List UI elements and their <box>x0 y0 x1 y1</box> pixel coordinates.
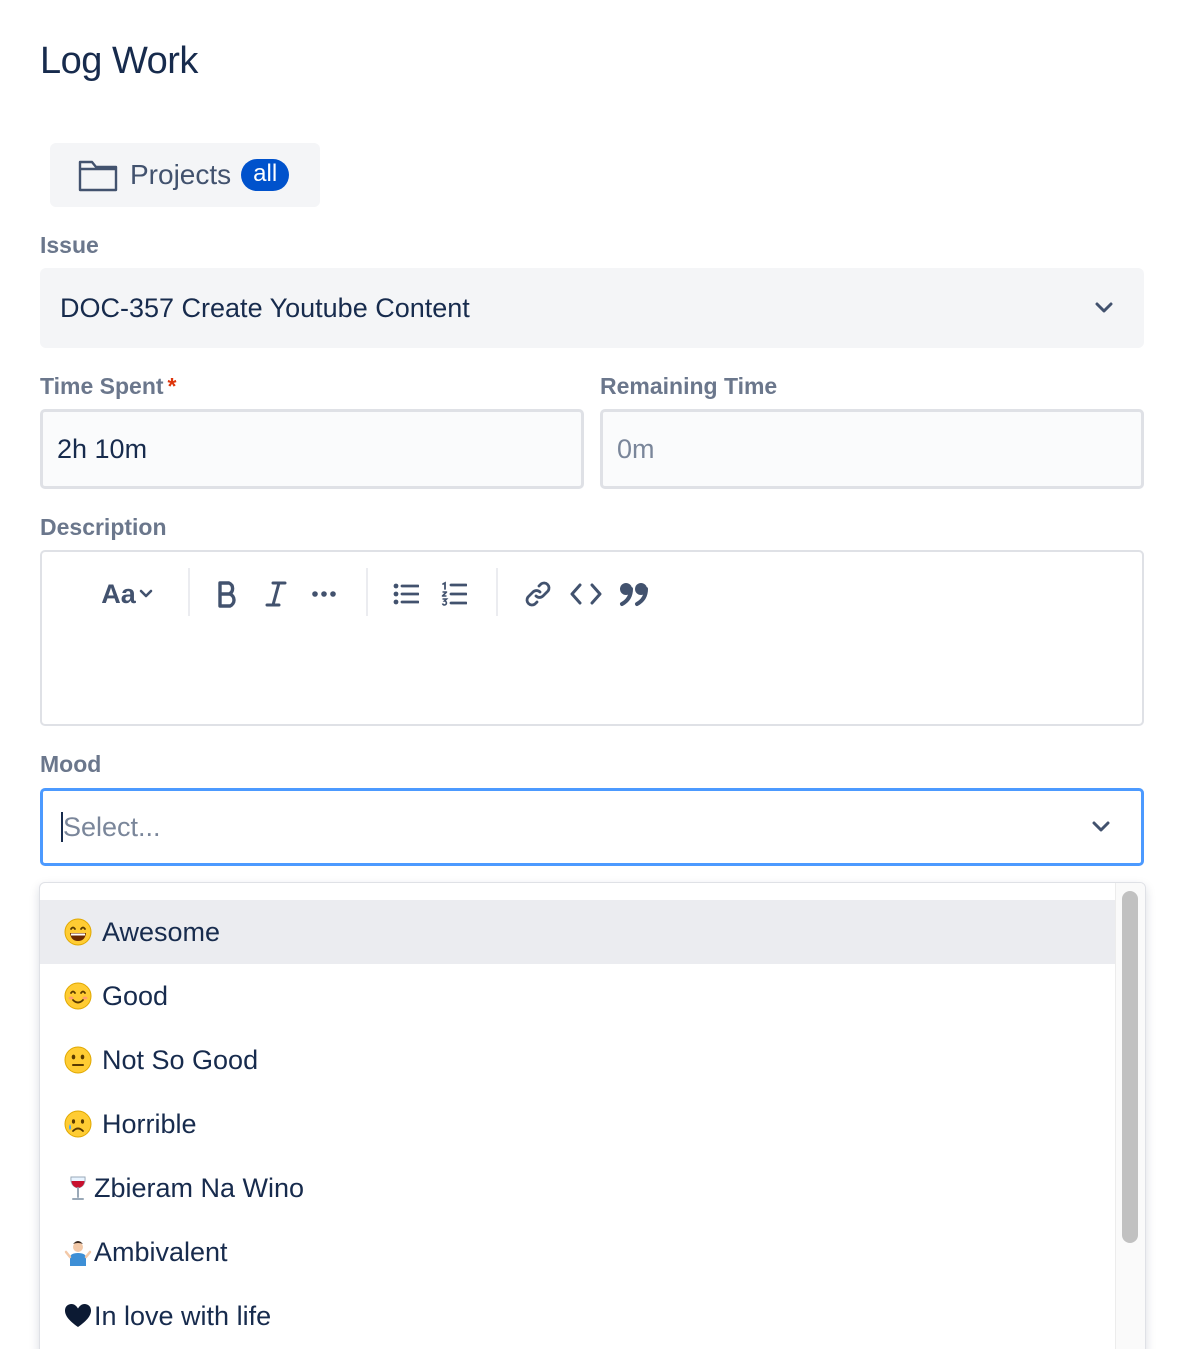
text-style-dropdown[interactable]: Aa <box>94 574 160 614</box>
link-icon <box>525 581 551 607</box>
issue-select[interactable]: DOC-357 Create Youtube Content <box>40 268 1144 348</box>
bold-icon <box>218 581 236 608</box>
quote-icon <box>620 583 648 606</box>
bold-button[interactable] <box>210 574 246 614</box>
mood-option-horrible[interactable]: Horrible <box>40 1092 1116 1156</box>
mood-option-in-love-with-life[interactable]: In love with life <box>40 1284 1116 1348</box>
mood-select[interactable]: Select... <box>40 788 1144 866</box>
time-spent-label: Time Spent * <box>40 373 177 399</box>
page-title: Log Work <box>40 40 198 82</box>
mood-option-not-so-good[interactable]: Not So Good <box>40 1028 1116 1092</box>
scrollbar-track[interactable] <box>1115 883 1145 1349</box>
mood-option-good[interactable]: Good <box>40 964 1116 1028</box>
smiling-face-icon <box>64 982 92 1010</box>
text-style-label: Aa <box>101 578 136 609</box>
mood-option-label: Good <box>102 980 169 1011</box>
link-button[interactable] <box>518 574 558 614</box>
mood-option-label: Zbieram Na Wino <box>94 1172 305 1203</box>
more-formatting-button[interactable] <box>306 574 342 614</box>
mood-option-label: Awesome <box>102 916 221 947</box>
chevron-down-icon <box>1092 821 1110 832</box>
projects-label: Projects <box>130 159 232 190</box>
issue-label: Issue <box>40 232 99 258</box>
mood-label: Mood <box>40 751 102 777</box>
mood-option-label: Horrible <box>102 1108 197 1139</box>
more-icon <box>312 591 336 597</box>
chevron-down-icon <box>1095 302 1113 313</box>
remaining-time-input[interactable]: 0m <box>600 409 1144 489</box>
toolbar-divider <box>366 568 368 616</box>
italic-icon <box>265 581 287 607</box>
mood-select-placeholder: Select... <box>63 811 161 842</box>
issue-select-value: DOC-357 Create Youtube Content <box>60 292 470 323</box>
toolbar-divider <box>496 568 498 616</box>
scrollbar-thumb[interactable] <box>1122 891 1138 1243</box>
quote-button[interactable] <box>614 574 654 614</box>
sad-face-icon <box>64 1110 92 1138</box>
bullet-list-icon <box>393 583 419 605</box>
mood-option-zbieram-na-wino[interactable]: Zbieram Na Wino <box>40 1156 1116 1220</box>
toolbar-divider <box>188 568 190 616</box>
heart-icon <box>65 1304 91 1327</box>
neutral-face-icon <box>64 1046 92 1074</box>
numbered-list-icon <box>441 581 467 606</box>
projects-filter-button[interactable]: Projects all <box>50 143 320 207</box>
wine-glass-icon <box>70 1176 86 1200</box>
shrugging-person-icon <box>64 1241 92 1266</box>
description-editor[interactable]: Aa <box>40 550 1144 726</box>
editor-toolbar: Aa <box>42 552 1142 636</box>
required-marker: * <box>167 373 177 399</box>
mood-option-label: Ambivalent <box>94 1236 228 1267</box>
folder-icon <box>78 160 118 192</box>
time-spent-input[interactable]: 2h 10m <box>40 409 584 489</box>
mood-option-label: Not So Good <box>102 1044 259 1075</box>
remaining-time-label: Remaining Time <box>600 373 778 399</box>
numbered-list-button[interactable] <box>436 574 472 614</box>
description-label: Description <box>40 514 167 540</box>
projects-count-badge: all <box>241 159 290 191</box>
mood-option-awesome[interactable]: Awesome <box>40 900 1116 964</box>
mood-option-label: In love with life <box>94 1300 272 1331</box>
code-button[interactable] <box>566 574 606 614</box>
mood-options-menu: Awesome Good Not So Good Horrible Zbiera… <box>39 882 1146 1349</box>
chevron-down-icon <box>139 589 153 598</box>
bullet-list-button[interactable] <box>388 574 424 614</box>
mood-option-ambivalent[interactable]: Ambivalent <box>40 1220 1116 1284</box>
italic-button[interactable] <box>258 574 294 614</box>
grinning-face-icon <box>64 918 92 946</box>
code-icon <box>570 583 602 605</box>
